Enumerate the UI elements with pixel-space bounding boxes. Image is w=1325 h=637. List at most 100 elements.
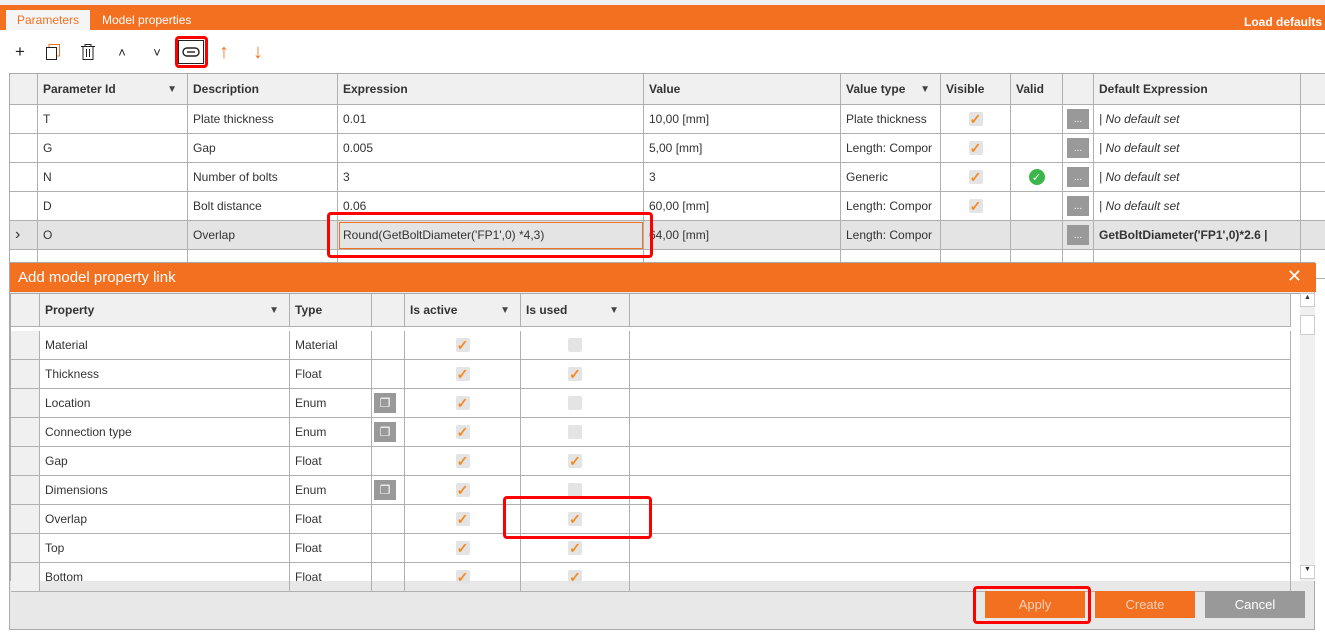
chevron-down-icon[interactable]: ˅ (142, 38, 172, 66)
column-header[interactable]: Valid (1011, 74, 1063, 105)
cell (1301, 192, 1325, 221)
is-active-checkbox[interactable]: ✓ (455, 541, 470, 555)
column-header[interactable]: Type (290, 294, 372, 327)
table-row[interactable]: T Plate thickness 0.01 10,00 [mm] Plate thic… (10, 105, 1325, 134)
visible-checkbox[interactable]: ✓ (941, 105, 1011, 134)
cell-expr[interactable]: Round(GetBoltDiameter('FP1',0) *4,3) (338, 221, 644, 250)
link-icon[interactable] (178, 40, 204, 64)
column-header[interactable]: Description (188, 74, 338, 105)
is-active-checkbox[interactable]: ✓ (455, 338, 470, 352)
is-active-checkbox[interactable]: ✓ (455, 367, 470, 381)
move-up-arrow-icon[interactable]: ↑ (209, 38, 239, 66)
create-button[interactable]: Create (1095, 591, 1195, 618)
copy-icon[interactable]: ❐ (374, 422, 396, 442)
tab-parameters[interactable]: Parameters (6, 10, 91, 30)
checkbox[interactable] (968, 228, 983, 242)
scroll-thumb[interactable] (1300, 315, 1315, 335)
tab-model-properties[interactable]: Model properties (91, 10, 202, 30)
is-used-checkbox[interactable] (568, 425, 582, 439)
cell-expr[interactable]: 0.01 (338, 105, 644, 134)
move-down-arrow-icon[interactable]: ↓ (243, 38, 273, 66)
filter-icon[interactable]: ▼ (167, 84, 177, 95)
visible-checkbox[interactable]: ✓ (941, 134, 1011, 163)
cancel-button[interactable]: Cancel (1205, 591, 1305, 618)
cell-expr[interactable]: 3 (338, 163, 644, 192)
copy-icon[interactable]: ❐ (374, 480, 396, 500)
visible-checkbox[interactable] (941, 221, 1011, 250)
is-active-checkbox[interactable]: ✓ (455, 483, 470, 497)
column-header[interactable] (372, 294, 405, 327)
list-item[interactable]: Dimensions Enum ❐ ✓ (11, 476, 1291, 505)
scroll-down-icon[interactable]: ▼ (1300, 565, 1315, 579)
checkbox[interactable]: ✓ (968, 112, 983, 126)
table-row[interactable]: N Number of bolts 3 3 Generic ✓ ✓... | No defau… (10, 163, 1325, 192)
list-item[interactable]: Thickness Float ✓ ✓ (11, 360, 1291, 389)
is-used-checkbox[interactable] (568, 483, 582, 497)
edit-default-button[interactable]: ... (1067, 138, 1089, 158)
is-used-checkbox[interactable]: ✓ (568, 570, 582, 584)
is-used-checkbox[interactable]: ✓ (568, 454, 582, 468)
edit-default-button[interactable]: ... (1067, 196, 1089, 216)
edit-default-button[interactable]: ... (1067, 225, 1089, 245)
copy-icon[interactable] (38, 38, 68, 66)
is-active-checkbox[interactable]: ✓ (455, 570, 470, 584)
is-used-checkbox[interactable]: ✓ (568, 512, 582, 526)
apply-button[interactable]: Apply (985, 591, 1085, 618)
cell-expr[interactable]: 0.06 (338, 192, 644, 221)
column-header[interactable]: Parameter Id ▼ (38, 74, 188, 105)
column-header[interactable]: Value type ▼ (841, 74, 941, 105)
column-header[interactable]: Is used ▼ (521, 294, 630, 327)
column-header[interactable]: Default Expression (1094, 74, 1301, 105)
is-used-checkbox[interactable] (568, 396, 582, 410)
table-row[interactable]: › O Overlap Round(GetBoltDiameter('FP1',0) … (10, 221, 1325, 250)
is-active-checkbox[interactable]: ✓ (455, 396, 470, 410)
column-header[interactable]: Visible (941, 74, 1011, 105)
column-header[interactable] (11, 294, 40, 327)
is-used-checkbox[interactable] (568, 338, 582, 352)
copy-icon[interactable]: ❐ (374, 393, 396, 413)
filter-icon[interactable]: ▼ (500, 305, 510, 316)
table-row[interactable]: G Gap 0.005 5,00 [mm] Length: Compor ✓... | No… (10, 134, 1325, 163)
list-item[interactable]: Location Enum ❐ ✓ (11, 389, 1291, 418)
list-item[interactable]: Connection type Enum ❐ ✓ (11, 418, 1291, 447)
trash-icon[interactable] (73, 38, 103, 66)
column-header[interactable]: Is active ▼ (405, 294, 521, 327)
is-active-checkbox[interactable]: ✓ (455, 425, 470, 439)
list-item[interactable]: Bottom Float ✓ ✓ (11, 563, 1291, 592)
checkbox[interactable]: ✓ (968, 141, 983, 155)
column-header[interactable] (630, 294, 1291, 327)
column-header[interactable] (10, 74, 38, 105)
scrollbar[interactable]: ▲ ▼ (1300, 293, 1315, 581)
table-row[interactable]: D Bolt distance 0.06 60,00 [mm] Length: Comp… (10, 192, 1325, 221)
add-icon[interactable]: + (5, 38, 35, 66)
visible-checkbox[interactable]: ✓ (941, 192, 1011, 221)
is-active-checkbox[interactable]: ✓ (455, 454, 470, 468)
filter-icon[interactable]: ▼ (609, 305, 619, 316)
dialog-header-row: Property ▼ Type Is active ▼ Is used ▼ (11, 294, 1291, 327)
parameters-header-row: Parameter Id ▼ Description Expression Value V… (10, 74, 1325, 105)
list-item[interactable]: Overlap Float ✓ ✓ (11, 505, 1291, 534)
edit-default-button[interactable]: ... (1067, 167, 1089, 187)
column-header[interactable] (1301, 74, 1325, 105)
checkbox[interactable]: ✓ (968, 170, 983, 184)
close-icon[interactable]: ✕ (1287, 266, 1302, 287)
is-used-checkbox[interactable]: ✓ (568, 367, 582, 381)
is-active-checkbox[interactable]: ✓ (455, 512, 470, 526)
filter-icon[interactable]: ▼ (920, 84, 930, 95)
list-item[interactable]: Gap Float ✓ ✓ (11, 447, 1291, 476)
scroll-up-icon[interactable]: ▲ (1300, 293, 1315, 307)
column-header[interactable]: Value (644, 74, 841, 105)
cell-expr[interactable]: 0.005 (338, 134, 644, 163)
list-item[interactable]: Top Float ✓ ✓ (11, 534, 1291, 563)
load-defaults-button[interactable]: Load defaults (1244, 10, 1322, 34)
column-header[interactable] (1063, 74, 1094, 105)
chevron-up-icon[interactable]: ˄ (107, 38, 137, 66)
visible-checkbox[interactable]: ✓ (941, 163, 1011, 192)
is-used-checkbox[interactable]: ✓ (568, 541, 582, 555)
column-header[interactable]: Expression (338, 74, 644, 105)
edit-default-button[interactable]: ... (1067, 109, 1089, 129)
filter-icon[interactable]: ▼ (269, 305, 279, 316)
list-item[interactable]: Material Material ✓ (11, 331, 1291, 360)
checkbox[interactable]: ✓ (968, 199, 983, 213)
column-header[interactable]: Property ▼ (40, 294, 290, 327)
